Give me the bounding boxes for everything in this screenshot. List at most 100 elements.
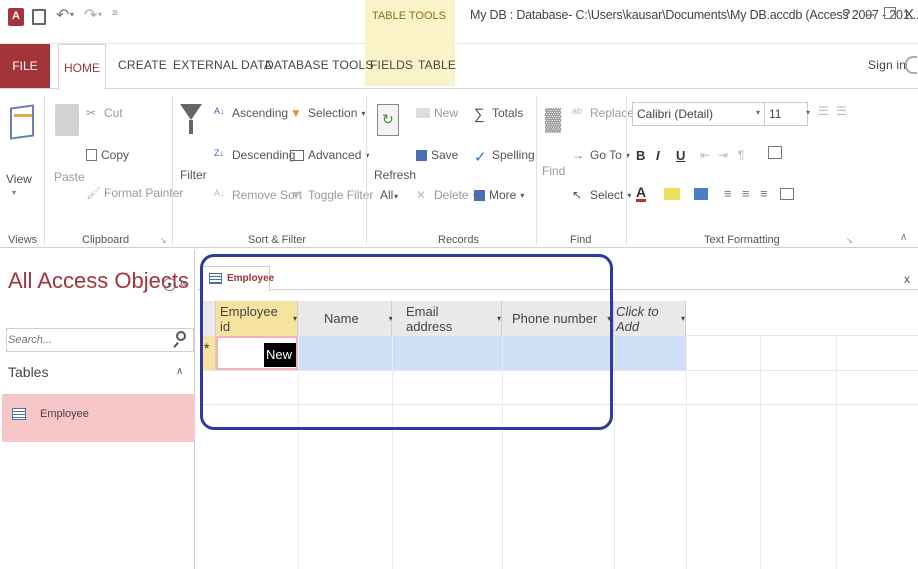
font-dropdown-icon[interactable]: ▾	[756, 108, 760, 117]
tab-file[interactable]: FILE	[0, 44, 50, 88]
grid-line	[836, 336, 837, 569]
tables-section-header[interactable]: Tables	[8, 364, 48, 380]
view-dropdown-icon[interactable]: ▾	[12, 188, 16, 197]
list-numbers-icon[interactable]: ☰	[836, 104, 847, 118]
refresh-all-label[interactable]: All	[380, 188, 393, 202]
bold-button[interactable]: B	[636, 148, 645, 163]
align-left-icon[interactable]: ≡	[724, 186, 732, 201]
paragraph-direction-icon[interactable]: ¶	[738, 148, 744, 162]
highlight-color-icon[interactable]	[664, 188, 680, 200]
separator	[44, 96, 45, 244]
goto-button[interactable]: → Go To ▾	[572, 148, 630, 162]
separator	[366, 96, 367, 244]
nav-pane-title[interactable]: All Access Objects	[8, 268, 189, 294]
refresh-button-label[interactable]: Refresh	[374, 168, 416, 182]
align-center-icon[interactable]: ≡	[742, 186, 750, 201]
redo-icon[interactable]: ↷	[84, 5, 97, 25]
ascending-button[interactable]: A↓ Ascending	[214, 106, 288, 120]
remove-sort-button[interactable]: A↓ Remove Sort	[214, 188, 302, 202]
close-document-button[interactable]: x	[904, 272, 910, 286]
paste-icon[interactable]	[55, 104, 79, 136]
indent-decrease-icon[interactable]: ⇤	[700, 148, 710, 162]
save-record-button[interactable]: Save	[416, 148, 458, 162]
spelling-button[interactable]: ✓ Spelling	[474, 148, 535, 166]
dialog-launcher-icon[interactable]: ↘	[160, 236, 167, 245]
remove-sort-icon: A↓	[214, 188, 225, 198]
undo-icon[interactable]: ↶	[56, 5, 69, 25]
font-size-select[interactable]: 11	[764, 102, 808, 126]
selection-button[interactable]: ▼ Selection ▾	[290, 106, 365, 120]
restore-button[interactable]	[884, 7, 896, 19]
font-size-dropdown-icon[interactable]: ▾	[806, 108, 810, 117]
view-icon[interactable]	[10, 100, 38, 146]
filter-icon[interactable]	[180, 104, 202, 120]
header-empty-area	[686, 301, 918, 336]
collapse-ribbon-icon[interactable]: ∧	[900, 232, 907, 243]
sort-filter-group-label: Sort & Filter	[248, 234, 307, 246]
customize-qat-icon[interactable]: ≡	[112, 8, 118, 19]
list-bullets-icon[interactable]: ☰	[818, 104, 829, 118]
nav-item-label: Employee	[40, 408, 89, 420]
tab-home[interactable]: HOME	[58, 44, 106, 90]
advanced-filter-icon	[290, 149, 304, 161]
advanced-button[interactable]: Advanced ▾	[290, 148, 369, 162]
background-color-icon[interactable]	[694, 188, 708, 200]
collapse-section-icon[interactable]: ∧	[176, 366, 183, 377]
nav-search-input[interactable]	[8, 331, 172, 349]
alternate-row-color-icon[interactable]	[780, 188, 794, 200]
tab-fields[interactable]: FIELDS	[370, 58, 413, 72]
delete-record-button[interactable]: ✕Delete▾	[416, 188, 477, 202]
binoculars-icon[interactable]: ▓	[545, 106, 565, 134]
tab-database-tools[interactable]: DATABASE TOOLS	[265, 58, 374, 72]
font-color-icon[interactable]: A	[636, 185, 647, 202]
format-painter-button[interactable]: 🖌 Format Painter	[86, 186, 183, 200]
ascending-label: Ascending	[232, 106, 289, 120]
find-button-label[interactable]: Find	[542, 164, 565, 178]
italic-button[interactable]: I	[656, 148, 660, 163]
replace-button[interactable]: ab Replace	[572, 106, 634, 120]
access-app-icon[interactable]: A	[8, 8, 24, 26]
align-right-icon[interactable]: ≡	[760, 186, 768, 201]
sign-in-link[interactable]: Sign in	[868, 58, 906, 72]
tab-table[interactable]: TABLE	[418, 58, 456, 72]
select-button[interactable]: ↖ Select ▾	[572, 188, 631, 202]
descending-button[interactable]: Z↓ Descending	[214, 148, 295, 162]
copy-button[interactable]: Copy	[86, 148, 129, 162]
cut-button[interactable]: ✂ Cut	[86, 106, 123, 120]
copy-label: Copy	[101, 148, 130, 162]
toggle-filter-label: Toggle Filter	[308, 188, 374, 202]
undo-dropdown-icon[interactable]: ▾	[70, 10, 74, 19]
records-group-label: Records	[438, 234, 479, 246]
search-icon[interactable]	[176, 331, 186, 341]
close-button[interactable]: X	[904, 6, 914, 23]
selection-filter-icon: ▼	[290, 106, 302, 120]
user-avatar-icon[interactable]	[905, 56, 917, 74]
filter-button-label[interactable]: Filter	[180, 168, 207, 182]
text-formatting-group-label: Text Formatting	[704, 234, 780, 246]
tab-create[interactable]: CREATE	[118, 58, 167, 72]
column-dropdown-icon[interactable]: ▾	[681, 314, 685, 323]
font-name-select[interactable]: Calibri (Detail)	[632, 102, 768, 126]
nav-item-employee[interactable]: Employee	[2, 394, 195, 442]
dialog-launcher-icon[interactable]: ↘	[846, 236, 853, 245]
paste-button-label[interactable]: Paste	[54, 170, 85, 184]
view-button-label[interactable]: View	[6, 172, 32, 186]
shutter-bar-close-icon[interactable]: «	[180, 276, 187, 290]
indent-increase-icon[interactable]: ⇥	[718, 148, 728, 162]
tab-external-data[interactable]: EXTERNAL DATA	[173, 58, 272, 72]
window-title: My DB : Database- C:\Users\kausar\Docume…	[470, 8, 918, 22]
more-button[interactable]: More ▾	[474, 188, 524, 202]
refresh-icon[interactable]: ↻	[377, 104, 399, 136]
minimize-button[interactable]: –	[866, 6, 874, 23]
toggle-filter-button[interactable]: ▼ Toggle Filter	[290, 188, 373, 202]
refresh-dropdown-icon[interactable]: ▾	[394, 192, 398, 201]
redo-dropdown-icon[interactable]: ▾	[98, 10, 102, 19]
save-icon[interactable]	[32, 9, 46, 25]
new-record-button[interactable]: New	[416, 106, 458, 120]
totals-button[interactable]: ∑ Totals	[474, 106, 523, 123]
nav-menu-icon[interactable]: ▾	[163, 278, 176, 291]
column-header-click-to-add[interactable]: Click to Add ▾	[614, 301, 686, 336]
gridlines-icon[interactable]	[768, 146, 782, 159]
help-button[interactable]: ?	[842, 6, 850, 23]
underline-button[interactable]: U	[676, 148, 685, 163]
